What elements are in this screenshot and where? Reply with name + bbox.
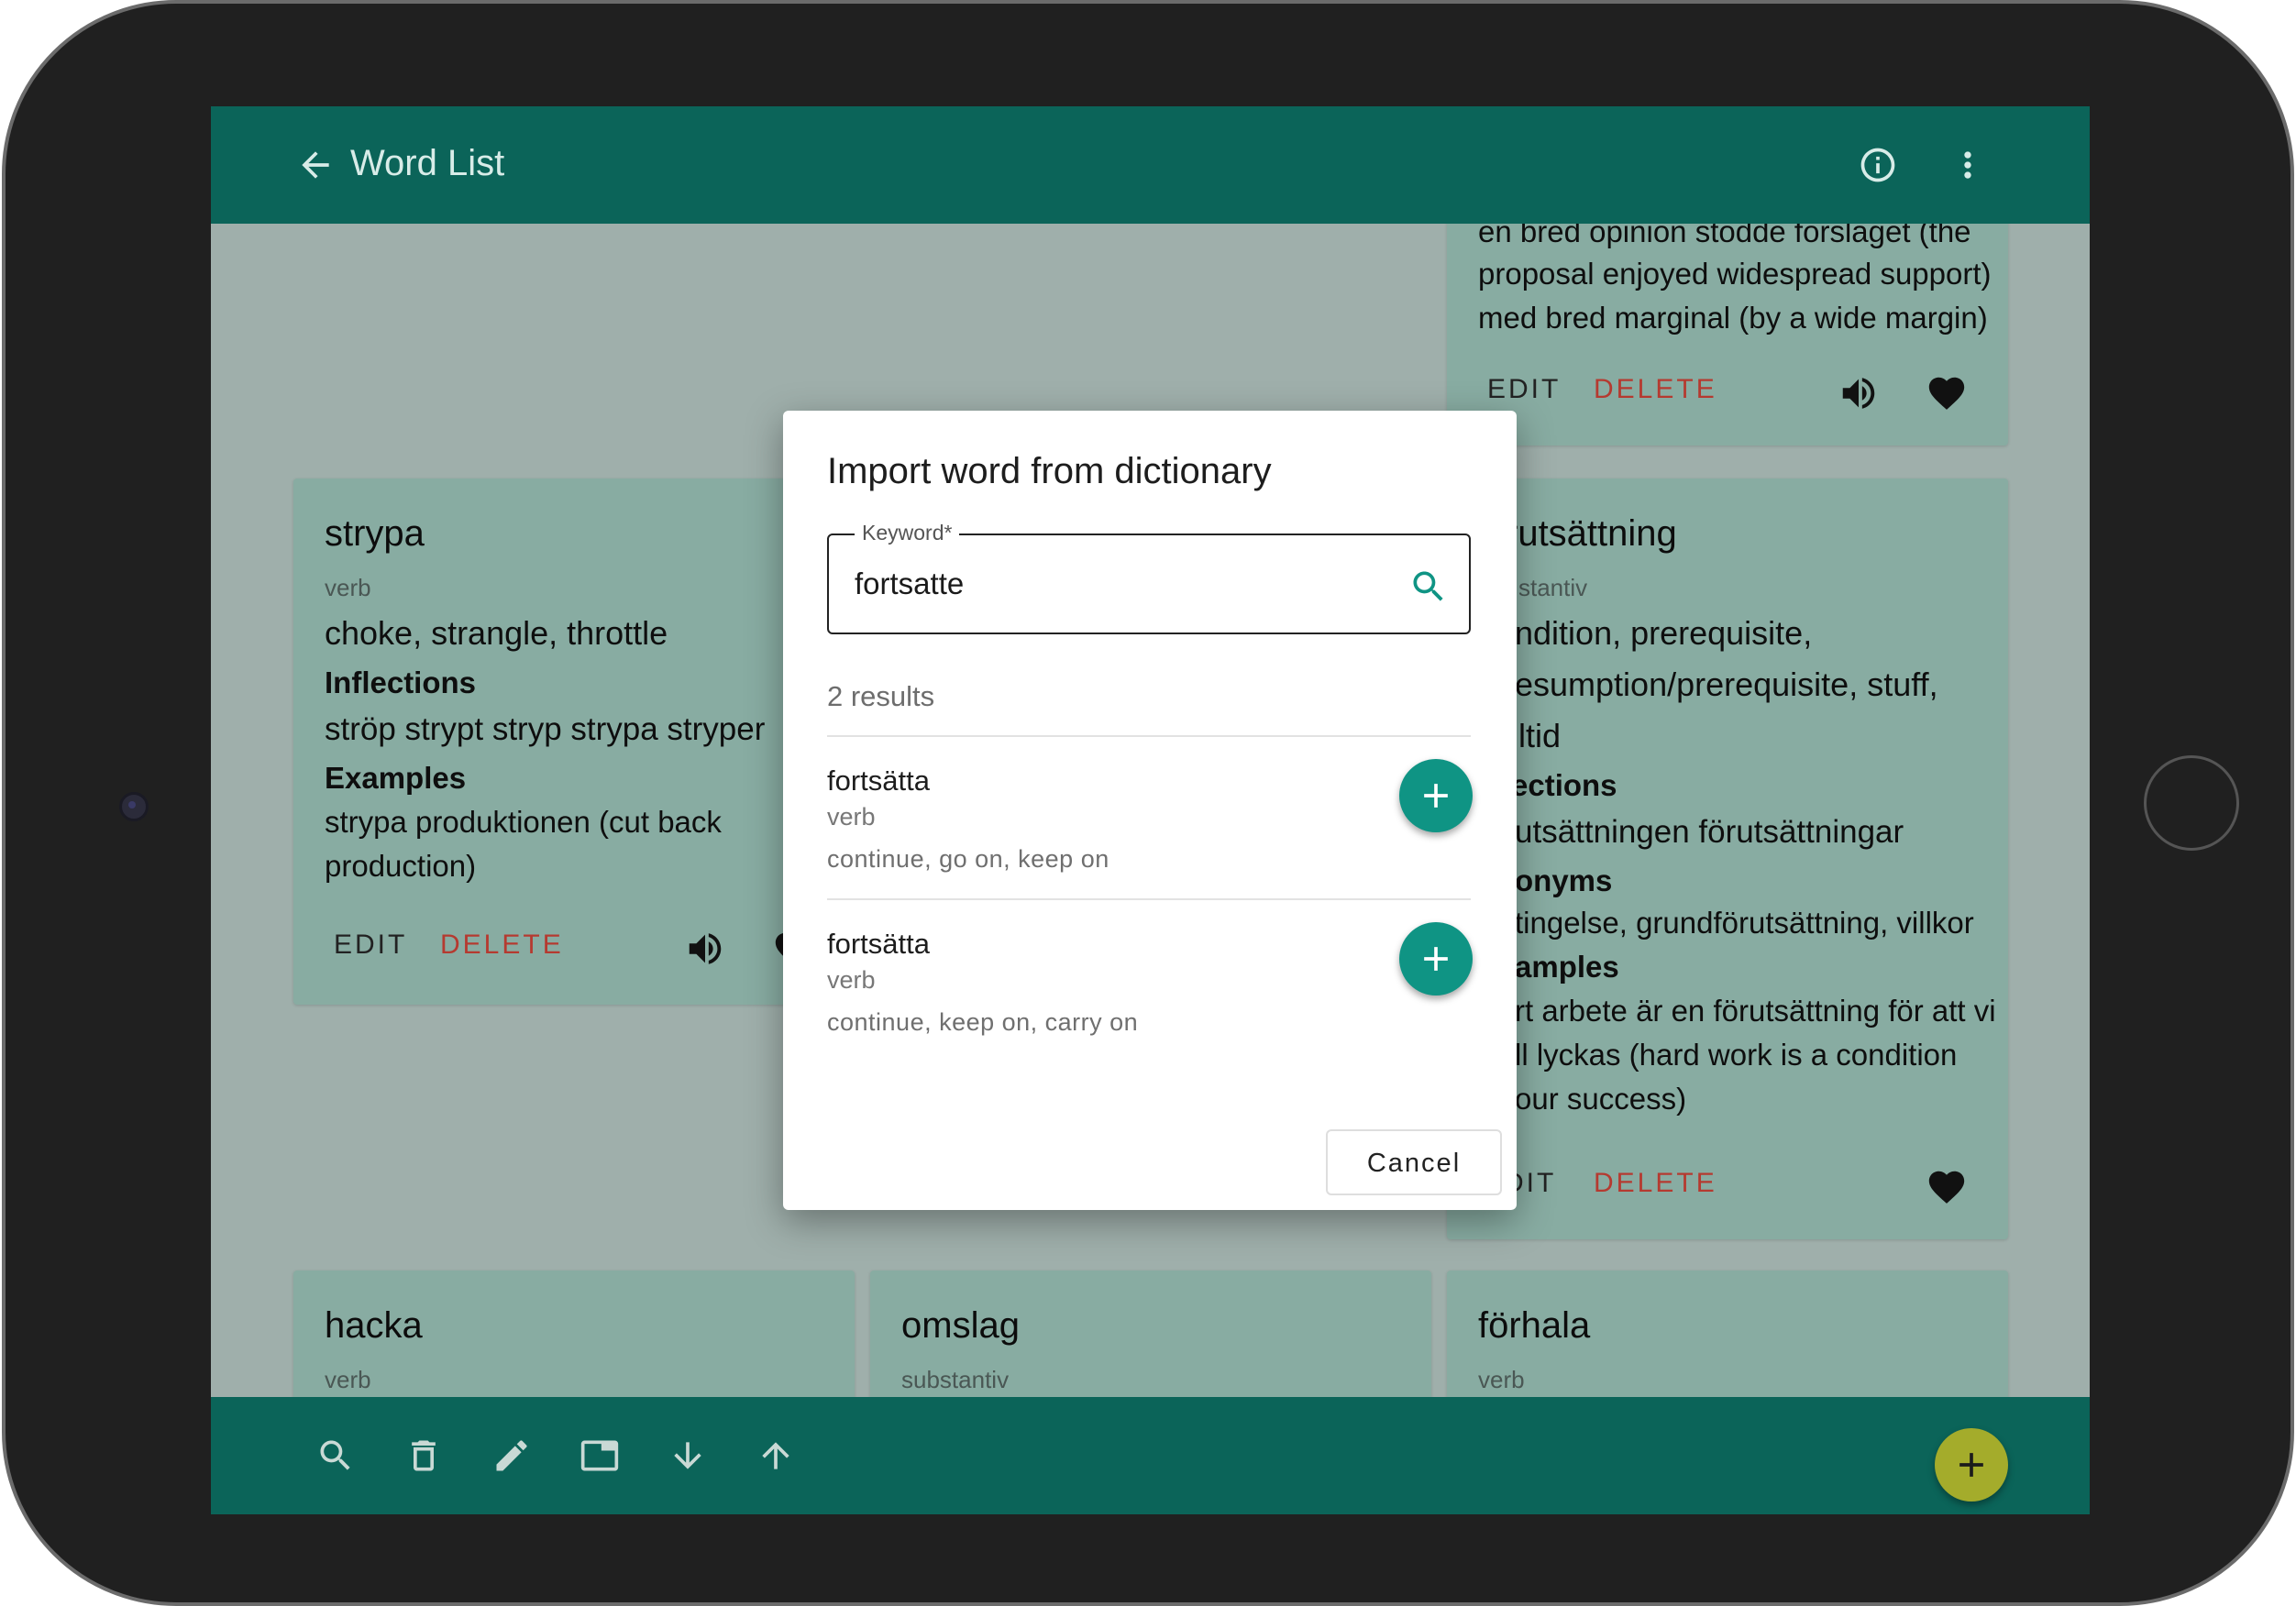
inflections-text: utsättningen förutsättningar — [1515, 814, 1904, 850]
translation-text: esumption/prerequisite, stuff, — [1515, 666, 1938, 703]
translation-text: ndition, prerequisite, — [1515, 614, 1813, 652]
example-text: ll lyckas (hard work is a condition — [1515, 1038, 1958, 1072]
example-text: med bred marginal (by a wide margin) — [1478, 301, 1988, 335]
arrow-down-icon[interactable] — [668, 1436, 708, 1476]
part-of-speech: substantiv — [901, 1366, 1010, 1393]
example-text: production) — [325, 849, 477, 883]
result-definition: continue, keep on, carry on — [827, 1008, 1139, 1036]
result-pos: verb — [827, 966, 876, 994]
part-of-speech: verb — [1478, 1366, 1525, 1393]
examples-label: Examples — [325, 761, 467, 795]
word-card-forutsattning: rutsättning stantiv ndition, prerequisit… — [1447, 478, 2008, 1239]
app-bar: Word List — [211, 106, 2090, 224]
add-result-button[interactable] — [1399, 922, 1473, 996]
inflections-label: Inflections — [325, 666, 477, 699]
result-definition: continue, go on, keep on — [827, 845, 1109, 873]
heart-icon[interactable] — [1926, 1166, 1968, 1208]
plus-icon — [1424, 784, 1448, 808]
search-icon[interactable] — [1408, 566, 1449, 607]
word-title: rutsättning — [1506, 513, 1677, 554]
home-button[interactable] — [2144, 755, 2239, 851]
arrow-up-icon[interactable] — [756, 1436, 796, 1476]
translation-text: choke, strangle, throttle — [325, 614, 668, 652]
keyword-label: Keyword* — [855, 521, 960, 545]
word-card-strypa: strypa verb choke, strangle, throttle In… — [293, 478, 855, 1005]
divider — [827, 735, 1471, 737]
tablet-frame: en bred opinion stödde förslaget (the pr… — [2, 0, 2294, 1606]
result-pos: verb — [827, 803, 876, 830]
example-text: proposal enjoyed widespread support) — [1478, 257, 1992, 291]
word-title: förhala — [1478, 1305, 1591, 1346]
results-count: 2 results — [827, 680, 935, 712]
part-of-speech: verb — [325, 574, 371, 601]
cancel-button[interactable]: Cancel — [1326, 1129, 1502, 1195]
plus-icon — [1424, 947, 1448, 971]
synonyms-text: tingelse, grundförutsättning, villkor — [1515, 906, 1974, 940]
tab-icon[interactable] — [580, 1436, 620, 1476]
part-of-speech: stantiv — [1518, 574, 1588, 601]
arrow-left-icon[interactable] — [295, 145, 336, 185]
edit-button[interactable]: EDIT — [1487, 374, 1561, 405]
camera — [119, 792, 149, 821]
delete-button[interactable]: DELETE — [1594, 1168, 1717, 1199]
word-title: strypa — [325, 513, 425, 554]
divider — [827, 898, 1471, 900]
bottom-app-bar — [211, 1397, 2090, 1514]
delete-button[interactable]: DELETE — [1594, 374, 1717, 405]
delete-button[interactable]: DELETE — [440, 930, 564, 961]
edit-icon[interactable] — [491, 1436, 532, 1476]
examples-label: amples — [1515, 950, 1619, 984]
word-title: omslag — [901, 1305, 1020, 1346]
more-vert-icon[interactable] — [1948, 145, 1988, 185]
speaker-icon[interactable] — [1838, 372, 1880, 414]
part-of-speech: verb — [325, 1366, 371, 1393]
word-title: hacka — [325, 1305, 423, 1346]
synonyms-label: onyms — [1515, 864, 1613, 897]
search-icon[interactable] — [315, 1436, 356, 1476]
keyword-field: Keyword* — [827, 521, 1471, 634]
inflections-text: ströp strypt stryp strypa stryper — [325, 711, 766, 747]
delete-icon[interactable] — [403, 1436, 444, 1476]
app-screen: en bred opinion stödde förslaget (the pr… — [211, 106, 2090, 1514]
info-icon[interactable] — [1858, 145, 1898, 185]
example-text: our success) — [1515, 1082, 1687, 1116]
inflections-label: ections — [1511, 768, 1617, 802]
result-word: fortsätta — [827, 764, 930, 797]
plus-icon — [1959, 1453, 1983, 1477]
import-word-dialog: Import word from dictionary Keyword* 2 r… — [783, 411, 1517, 1210]
example-text: strypa produktionen (cut back — [325, 805, 722, 839]
speaker-icon[interactable] — [684, 928, 726, 970]
example-text: rt arbete är en förutsättning för att vi — [1515, 994, 1996, 1028]
heart-icon[interactable] — [1926, 372, 1968, 414]
translation-text: ltid — [1518, 717, 1562, 754]
edit-button[interactable]: EDIT — [334, 930, 407, 961]
page-title: Word List — [350, 143, 505, 183]
keyword-input[interactable] — [855, 566, 1368, 601]
add-result-button[interactable] — [1399, 759, 1473, 832]
dialog-title: Import word from dictionary — [827, 451, 1272, 491]
result-word: fortsätta — [827, 928, 930, 960]
add-word-fab[interactable] — [1935, 1428, 2008, 1502]
